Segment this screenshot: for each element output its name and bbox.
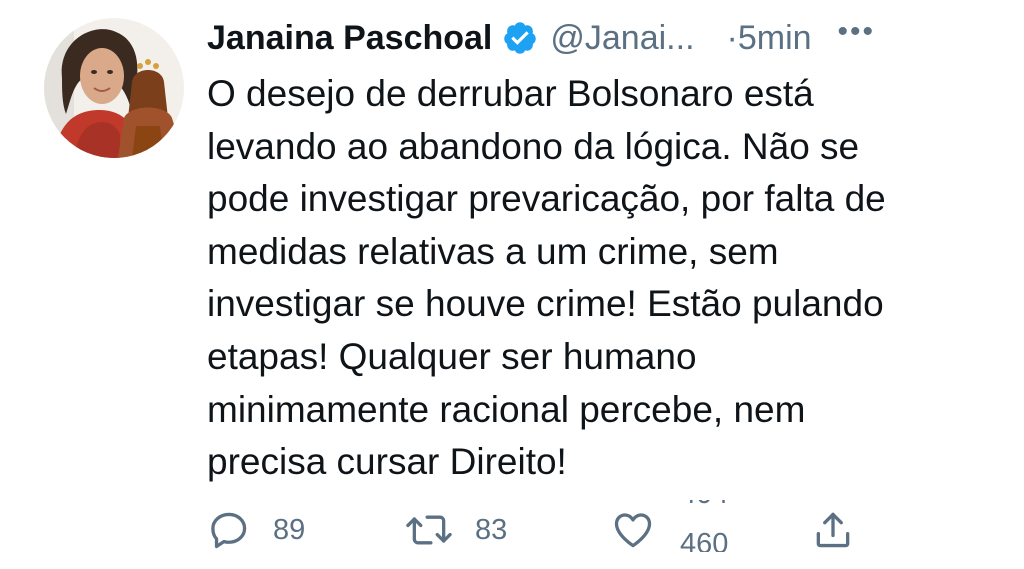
tweet-text-line: etapas! Qualquer ser humano bbox=[207, 335, 697, 377]
author-name[interactable]: Janaina Paschoal bbox=[207, 19, 492, 58]
more-icon[interactable]: ••• bbox=[838, 15, 876, 49]
tweet-text-line: investigar se houve crime! Estão pulando bbox=[207, 283, 884, 325]
tweet-actions: 89 83 404 460 bbox=[207, 500, 1007, 554]
share-icon bbox=[816, 512, 850, 548]
reply-button[interactable]: 89 bbox=[207, 506, 305, 554]
like-count-previous: 404 bbox=[680, 500, 750, 514]
tweet-timestamp[interactable]: ·5min bbox=[727, 19, 812, 58]
tweet-text-line: minimamente racional percebe, nem bbox=[207, 388, 806, 430]
retweet-button[interactable]: 83 bbox=[405, 506, 507, 554]
like-count-current: 460 bbox=[680, 528, 729, 552]
author-handle[interactable]: @Janai... bbox=[550, 19, 694, 58]
tweet-text-line: precisa cursar Direito! bbox=[207, 441, 567, 483]
share-button[interactable] bbox=[810, 506, 856, 554]
tweet-text-line: levando ao abandono da lógica. Não se bbox=[207, 125, 860, 167]
tweet-text: O desejo de derrubar Bolsonaro está leva… bbox=[207, 68, 1007, 489]
tweet[interactable]: Janaina Paschoal @Janai... ·5min ••• O d… bbox=[0, 0, 1024, 569]
retweet-count: 83 bbox=[475, 513, 508, 546]
tweet-text-line: pode investigar prevaricação, por falta … bbox=[207, 178, 886, 220]
heart-icon bbox=[614, 513, 652, 548]
retweet-icon bbox=[406, 515, 452, 545]
tweet-text-line: medidas relativas a um crime, sem bbox=[207, 230, 779, 272]
avatar-image bbox=[44, 18, 184, 158]
like-button[interactable] bbox=[610, 506, 656, 554]
tweet-header: Janaina Paschoal @Janai... ·5min ••• bbox=[207, 14, 875, 62]
reply-count: 89 bbox=[273, 513, 306, 546]
reply-icon bbox=[211, 512, 247, 549]
tweet-text-line: O desejo de derrubar Bolsonaro está bbox=[207, 73, 814, 114]
avatar[interactable] bbox=[44, 18, 184, 158]
verified-badge-icon bbox=[504, 22, 537, 54]
like-count: 404 460 bbox=[680, 500, 750, 552]
